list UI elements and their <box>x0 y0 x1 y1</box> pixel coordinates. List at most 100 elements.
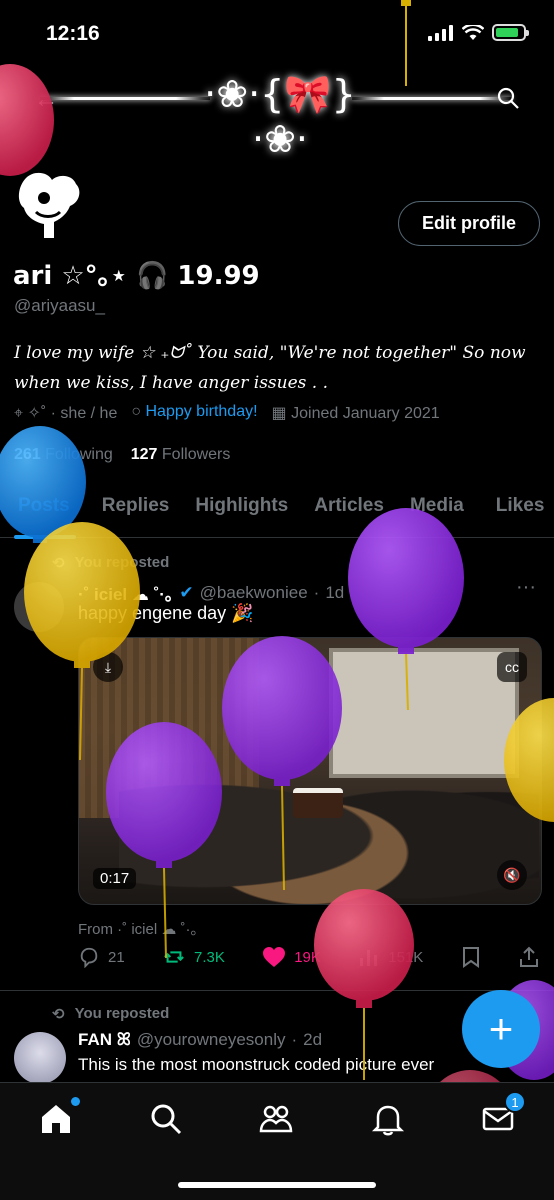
repost-action[interactable]: 7.3K <box>162 946 225 968</box>
repost-label-text-2: You reposted <box>74 1005 170 1022</box>
location-text: ✧˚ · she / he <box>27 405 118 422</box>
wifi-icon <box>462 24 484 40</box>
like-action[interactable]: 19K <box>262 946 321 968</box>
profile-tabs: Posts Replies Highlights Articles Media … <box>0 490 554 538</box>
followers-count: 127 <box>130 446 158 463</box>
search-icon[interactable] <box>496 86 520 110</box>
captions-icon[interactable]: cc <box>497 652 527 682</box>
tweet2-dot: · <box>291 1030 298 1049</box>
tweet-header: ·˚ iciel ☁ ˚·｡ ✔ @baekwoniee · 1d <box>78 580 344 605</box>
reply-count: 21 <box>108 948 125 966</box>
verified-badge-icon: ✔ <box>179 582 194 602</box>
followers-link[interactable]: 127 Followers <box>131 446 231 464</box>
nav-communities[interactable] <box>258 1101 294 1137</box>
joined-item: ▦ Joined January 2021 <box>272 403 440 423</box>
repost-count: 7.3K <box>194 948 225 966</box>
balloon-string-top <box>401 0 411 86</box>
nav-home[interactable] <box>38 1097 80 1137</box>
banner-line-right <box>352 97 512 100</box>
birthday-link[interactable]: Happy birthday! <box>145 403 257 420</box>
back-arrow-icon[interactable]: ← <box>34 86 58 114</box>
battery-icon <box>492 24 529 41</box>
tweet-dot: · <box>313 582 320 602</box>
people-icon <box>259 1105 293 1133</box>
banner-line-left <box>40 97 210 100</box>
home-icon <box>42 1105 70 1133</box>
tweet-video[interactable]: ⤓ cc 0:17 🔇 <box>78 637 542 905</box>
following-link[interactable]: 261 Following <box>14 446 113 464</box>
nav-notifications[interactable] <box>370 1101 406 1137</box>
compose-fab-button[interactable]: + <box>462 990 540 1068</box>
home-indicator <box>178 1182 376 1188</box>
share-icon <box>519 946 538 967</box>
views-icon <box>360 950 378 966</box>
tab-likes[interactable]: Likes <box>496 490 545 537</box>
active-tab-indicator <box>14 535 76 539</box>
nav-messages[interactable]: 1 <box>480 1091 526 1137</box>
tweet-avatar[interactable] <box>14 582 64 632</box>
profile-name: ari ☆°｡⋆ 🎧 19.99 <box>13 261 260 291</box>
video-duration: 0:17 <box>93 868 137 889</box>
tweet-time[interactable]: 1d <box>325 583 344 603</box>
birthday-item[interactable]: ○ Happy birthday! <box>131 403 257 423</box>
views-count: 151K <box>388 948 424 966</box>
reply-icon <box>80 947 98 968</box>
tab-replies[interactable]: Replies <box>102 490 170 537</box>
tweet2-author-handle[interactable]: @yourowneyesonly <box>137 1030 286 1050</box>
repost-small-icon-2: ⟲ <box>52 1006 65 1023</box>
mute-icon[interactable]: 🔇 <box>497 860 527 890</box>
status-time: 12:16 <box>46 22 100 45</box>
more-options-icon[interactable]: ··· <box>516 576 536 599</box>
tweet2-time[interactable]: 2d <box>303 1030 322 1050</box>
tweet-actions: 21 7.3K 19K 151K <box>78 946 540 968</box>
follow-stats: 261 Following 127 Followers <box>14 446 230 464</box>
balloon-icon: ○ <box>131 403 142 420</box>
followers-label: Followers <box>161 446 231 463</box>
tab-articles[interactable]: Articles <box>314 490 384 537</box>
tab-highlights[interactable]: Highlights <box>195 490 288 537</box>
tweet-avatar-2[interactable] <box>14 1032 66 1084</box>
bookmark-action[interactable] <box>461 946 481 968</box>
tab-media[interactable]: Media <box>410 490 464 537</box>
tweet2-author-name[interactable]: FAN ꕤ <box>78 1030 131 1050</box>
signal-icon <box>428 24 453 41</box>
repost-label-2: ⟲ You reposted <box>52 1005 169 1023</box>
tweet-author-handle[interactable]: @baekwoniee <box>200 583 308 603</box>
status-icons <box>428 24 529 41</box>
messages-badge: 1 <box>504 1091 526 1113</box>
nav-search[interactable] <box>148 1101 184 1137</box>
tweet-text: happy engene day 🎉 <box>78 603 254 623</box>
download-icon[interactable]: ⤓ <box>93 652 123 682</box>
calendar-icon: ▦ <box>271 405 287 422</box>
profile-avatar[interactable] <box>14 168 84 242</box>
heart-icon <box>263 947 286 967</box>
views-action[interactable]: 151K <box>358 946 423 968</box>
tweet-divider <box>0 990 554 991</box>
balloon-pink-bottom <box>314 889 414 1080</box>
banner-bow-ornament: ·❀·{🎀}·❀· <box>204 72 356 161</box>
video-cake <box>293 788 343 818</box>
repost-label-text: You reposted <box>74 554 170 571</box>
repost-label: ⟲ You reposted <box>52 554 169 572</box>
edit-profile-button[interactable]: Edit profile <box>398 201 540 246</box>
search-nav-icon <box>151 1104 182 1135</box>
tweet-author-name[interactable]: ·˚ iciel ☁ ˚·｡ <box>78 580 173 605</box>
profile-handle: @ariyaasu_ <box>14 296 105 315</box>
bell-icon <box>371 1105 405 1136</box>
balloon-pink-topleft <box>0 64 54 176</box>
home-dot <box>71 1097 80 1106</box>
profile-meta: ⌖ ✧˚ · she / he ○ Happy birthday! ▦ Join… <box>14 403 440 423</box>
location-item: ⌖ ✧˚ · she / he <box>14 403 117 423</box>
repost-source[interactable]: From ·˚ iciel ☁ ˚·｡ <box>78 918 198 939</box>
reply-action[interactable]: 21 <box>78 946 125 968</box>
repost-icon <box>164 951 184 963</box>
like-count: 19K <box>294 948 321 966</box>
tab-posts[interactable]: Posts <box>18 490 70 537</box>
tweet2-text: This is the most moonstruck coded pictur… <box>78 1055 435 1074</box>
bio-line-1: I love my wife ☆ ₊ᗢ˚ You said, "We're no… <box>14 343 526 363</box>
repost-small-icon: ⟲ <box>52 555 65 572</box>
bookmark-icon <box>462 947 479 968</box>
tweet-header-2: FAN ꕤ @yourowneyesonly · 2d <box>78 1030 322 1050</box>
location-pin-icon: ⌖ <box>14 405 24 422</box>
share-action[interactable] <box>518 946 540 968</box>
